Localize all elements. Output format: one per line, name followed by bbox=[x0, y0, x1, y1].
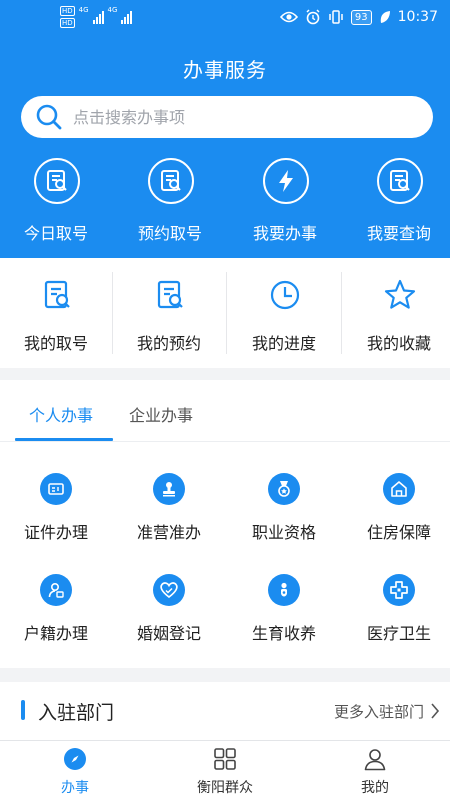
tab-bar-label: 我的 bbox=[361, 780, 389, 796]
search-icon bbox=[36, 104, 62, 130]
network-label: 4G bbox=[107, 6, 118, 14]
household-icon bbox=[40, 574, 72, 606]
bottom-tab-bar: 办事 衡阳群众 我的 bbox=[0, 740, 450, 800]
hd-badge: HD bbox=[60, 6, 75, 16]
section-accent-bar bbox=[21, 700, 25, 720]
network-label: 4G bbox=[78, 6, 89, 14]
service-label: 户籍办理 bbox=[23, 624, 88, 643]
ticket-search-icon bbox=[34, 158, 80, 204]
divider bbox=[226, 272, 227, 354]
hd-badge: HD bbox=[60, 18, 75, 28]
quick-action-my-ticket[interactable]: 我的取号 bbox=[0, 258, 112, 368]
my-ticket-icon bbox=[44, 280, 70, 309]
tab-bar-label: 衡阳群众 bbox=[197, 780, 253, 796]
lightning-icon bbox=[263, 158, 309, 204]
more-departments-link[interactable]: 更多入驻部门 bbox=[334, 701, 424, 722]
eye-icon bbox=[279, 11, 298, 23]
my-appointment-icon bbox=[157, 280, 183, 309]
quick-action-my-favorites[interactable]: 我的收藏 bbox=[343, 258, 450, 368]
quick-action-label: 我的取号 bbox=[23, 334, 88, 353]
tab-bar-label: 办事 bbox=[61, 780, 89, 796]
top-action-label: 预约取号 bbox=[137, 224, 202, 243]
heart-icon bbox=[153, 574, 185, 606]
service-label: 婚姻登记 bbox=[136, 624, 201, 643]
quick-action-my-progress[interactable]: 我的进度 bbox=[228, 258, 340, 368]
quick-action-label: 我的预约 bbox=[136, 334, 201, 353]
stamp-icon bbox=[153, 473, 185, 505]
quick-actions: 我的取号 我的预约 我的进度 我的收藏 bbox=[0, 258, 450, 368]
top-action-label: 今日取号 bbox=[23, 224, 88, 243]
tab-bar-item-hengyang-public[interactable]: 衡阳群众 bbox=[150, 741, 300, 800]
clock-icon bbox=[270, 280, 300, 310]
appointment-icon bbox=[148, 158, 194, 204]
service-housing[interactable]: 住房保障 bbox=[343, 473, 450, 563]
medal-icon bbox=[268, 473, 300, 505]
top-action-today-ticket[interactable]: 今日取号 bbox=[0, 158, 112, 248]
id-card-icon bbox=[40, 473, 72, 505]
search-input[interactable] bbox=[73, 96, 413, 138]
top-actions: 今日取号 预约取号 我要办事 我要查询 bbox=[0, 158, 450, 248]
query-icon bbox=[377, 158, 423, 204]
service-birth-adoption[interactable]: 生育收养 bbox=[228, 574, 340, 664]
service-label: 住房保障 bbox=[366, 523, 431, 542]
header: HD HD 4G 4G 93 10:37 办事服务 今日取号 bbox=[0, 0, 450, 258]
baby-icon bbox=[268, 574, 300, 606]
service-business-permit[interactable]: 准营准办 bbox=[113, 473, 225, 563]
service-label: 职业资格 bbox=[251, 523, 316, 542]
service-label: 生育收养 bbox=[251, 624, 316, 643]
compass-icon bbox=[64, 748, 86, 770]
service-medical-health[interactable]: 医疗卫生 bbox=[343, 574, 450, 664]
clock-time: 10:37 bbox=[397, 9, 438, 25]
search-bar[interactable] bbox=[21, 96, 433, 138]
medical-cross-icon bbox=[383, 574, 415, 606]
service-marriage-registration[interactable]: 婚姻登记 bbox=[113, 574, 225, 664]
service-professional-qualification[interactable]: 职业资格 bbox=[228, 473, 340, 563]
signal-icon bbox=[92, 10, 104, 24]
service-label: 证件办理 bbox=[23, 523, 88, 542]
house-icon bbox=[383, 473, 415, 505]
charging-leaf-icon bbox=[380, 11, 390, 23]
quick-action-label: 我的进度 bbox=[251, 334, 316, 353]
service-label: 医疗卫生 bbox=[366, 624, 431, 643]
divider bbox=[341, 272, 342, 354]
status-bar: HD HD 4G 4G 93 10:37 bbox=[0, 0, 450, 38]
service-id-card[interactable]: 证件办理 bbox=[0, 473, 112, 563]
departments-section: 入驻部门 更多入驻部门 bbox=[0, 682, 450, 740]
service-tabs: 个人办事 企业办事 bbox=[0, 380, 450, 442]
tab-bar-item-services[interactable]: 办事 bbox=[0, 741, 150, 800]
services-panel: 个人办事 企业办事 证件办理 准营准办 职业资格 住房保障 户籍办理 婚姻登记 … bbox=[0, 380, 450, 668]
grid-icon bbox=[214, 748, 236, 770]
top-action-label: 我要查询 bbox=[366, 224, 431, 243]
vibrate-icon bbox=[329, 10, 343, 24]
divider bbox=[0, 441, 450, 442]
top-action-label: 我要办事 bbox=[252, 224, 317, 243]
alarm-icon bbox=[306, 9, 320, 25]
signal-icon bbox=[121, 10, 133, 24]
top-action-appointment[interactable]: 预约取号 bbox=[114, 158, 226, 248]
chevron-right-icon[interactable] bbox=[430, 702, 440, 720]
top-action-query[interactable]: 我要查询 bbox=[343, 158, 450, 248]
tab-personal[interactable]: 个人办事 bbox=[29, 402, 93, 426]
star-icon bbox=[384, 279, 416, 309]
service-household-registration[interactable]: 户籍办理 bbox=[0, 574, 112, 664]
quick-action-label: 我的收藏 bbox=[366, 334, 431, 353]
service-label: 准营准办 bbox=[136, 523, 201, 542]
battery-indicator: 93 bbox=[350, 9, 372, 25]
person-icon bbox=[364, 749, 386, 771]
tab-bar-item-mine[interactable]: 我的 bbox=[300, 741, 450, 800]
tab-enterprise[interactable]: 企业办事 bbox=[129, 402, 193, 426]
section-title: 入驻部门 bbox=[38, 702, 115, 724]
quick-action-my-appointment[interactable]: 我的预约 bbox=[113, 258, 225, 368]
page-title: 办事服务 bbox=[183, 58, 267, 82]
top-action-do-business[interactable]: 我要办事 bbox=[229, 158, 341, 248]
